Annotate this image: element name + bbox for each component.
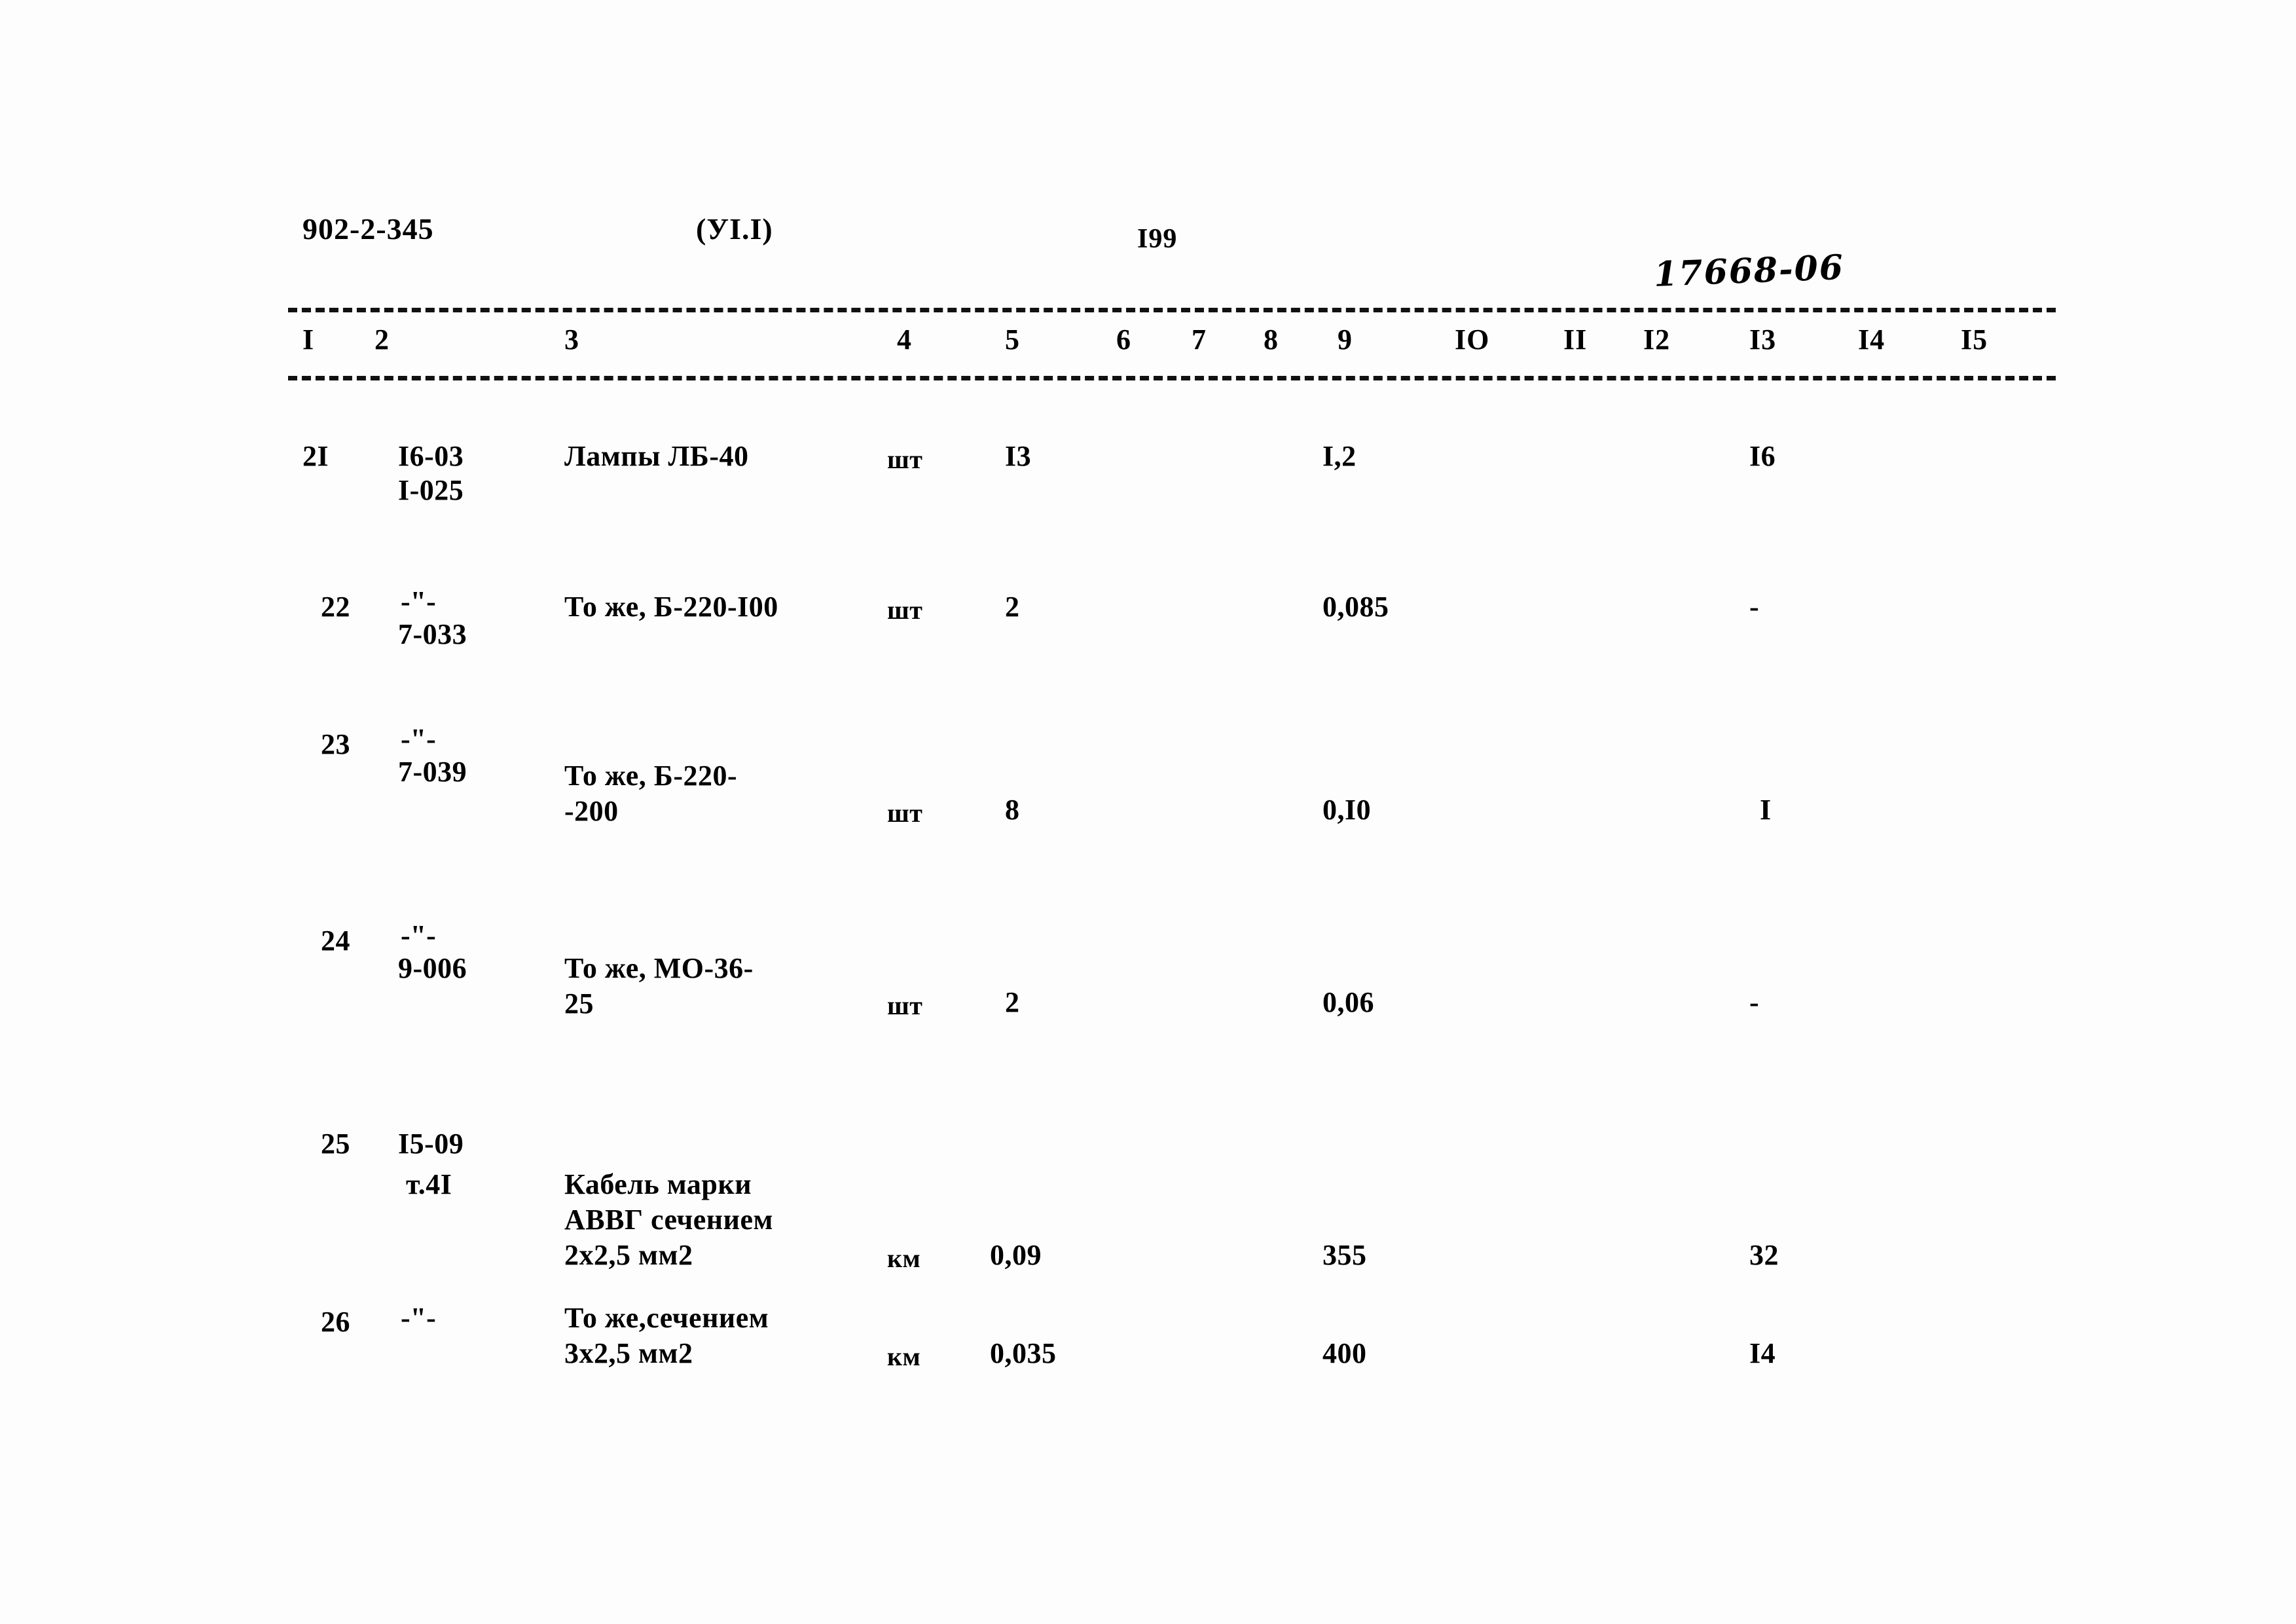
column-header-4: 4 — [897, 323, 912, 356]
table-row-26-unit: км — [887, 1342, 921, 1371]
table-row-23-code-l1: -"- — [401, 723, 436, 755]
table-row-21-code-l1: I6-03 — [398, 440, 464, 472]
table-row-23-name-l2: -200 — [564, 795, 619, 827]
table-row-24-code-l2: 9-006 — [398, 952, 467, 984]
table-row-22-code-l1: -"- — [401, 585, 436, 618]
table-row-25-name-l1: Кабель марки — [564, 1168, 752, 1200]
table-row-21-code-l2: I-025 — [398, 474, 464, 506]
table-row-26-name-l2: 3х2,5 мм2 — [564, 1337, 693, 1369]
column-header-13: I3 — [1749, 323, 1777, 356]
column-header-2: 2 — [374, 323, 390, 356]
table-row-25-name-l2: АВВГ сечением — [564, 1204, 774, 1236]
table-rule-bottom — [288, 376, 2056, 380]
table-row-26-col13: I4 — [1749, 1337, 1776, 1369]
table-row-26-number: 26 — [321, 1306, 350, 1338]
column-header-10: IO — [1455, 323, 1490, 356]
table-row-24-name-l2: 25 — [564, 987, 594, 1020]
column-header-7: 7 — [1192, 323, 1207, 356]
table-rule-top — [288, 308, 2056, 312]
table-row-24-code-l1: -"- — [401, 919, 436, 951]
table-row-22-name-l1: То же, Б-220-I00 — [564, 591, 778, 623]
table-row-21-unit: шт — [887, 445, 923, 474]
column-header-6: 6 — [1116, 323, 1131, 356]
table-row-23-quantity: 8 — [1005, 794, 1020, 826]
column-header-8: 8 — [1264, 323, 1279, 356]
table-row-26-col9: 400 — [1322, 1337, 1367, 1369]
column-header-11: II — [1563, 323, 1588, 356]
table-row-23-number: 23 — [321, 728, 350, 760]
table-row-26-code-l1: -"- — [401, 1302, 436, 1334]
table-row-25-col9: 355 — [1322, 1239, 1367, 1271]
table-row-22-number: 22 — [321, 591, 350, 623]
column-header-9: 9 — [1338, 323, 1353, 356]
table-row-24-name-l1: То же, МО-36- — [564, 952, 754, 984]
scanned-document-page: 902-2-345 (УI.I) I99 17668-06 I 2 3 4 5 … — [0, 0, 2296, 1624]
column-header-3: 3 — [564, 323, 579, 356]
table-row-23-name-l1: То же, Б-220- — [564, 760, 738, 792]
column-header-14: I4 — [1858, 323, 1886, 356]
table-row-21-number: 2I — [302, 440, 329, 472]
table-row-22-col9: 0,085 — [1322, 591, 1389, 623]
table-row-23-code-l2: 7-039 — [398, 756, 467, 788]
table-row-21-col13: I6 — [1749, 440, 1776, 472]
column-header-1: I — [302, 323, 315, 356]
table-row-25-quantity: 0,09 — [990, 1239, 1042, 1271]
table-row-22-quantity: 2 — [1005, 591, 1020, 623]
table-row-24-number: 24 — [321, 925, 350, 957]
table-row-24-quantity: 2 — [1005, 986, 1020, 1018]
table-row-23-col13: I — [1760, 794, 1772, 826]
table-row-21-quantity: I3 — [1005, 440, 1032, 472]
table-row-22-col13: - — [1749, 591, 1760, 623]
table-row-25-code-l2: т.4I — [406, 1168, 452, 1200]
table-row-24-col13: - — [1749, 986, 1760, 1018]
table-row-25-number: 25 — [321, 1128, 350, 1160]
table-row-25-code-l1: I5-09 — [398, 1128, 464, 1160]
table-row-22-code-l2: 7-033 — [398, 618, 467, 650]
column-header-12: I2 — [1643, 323, 1671, 356]
document-code: 902-2-345 — [302, 212, 434, 246]
table-row-24-unit: шт — [887, 991, 923, 1020]
table-row-23-col9: 0,I0 — [1322, 794, 1372, 826]
table-row-23-unit: шт — [887, 798, 923, 828]
table-row-26-quantity: 0,035 — [990, 1337, 1057, 1369]
table-row-25-col13: 32 — [1749, 1239, 1779, 1271]
table-row-26-name-l1: То же,сечением — [564, 1302, 769, 1334]
table-row-24-col9: 0,06 — [1322, 986, 1374, 1018]
column-header-15: I5 — [1961, 323, 1988, 356]
table-row-21-col9: I,2 — [1322, 440, 1357, 472]
table-row-25-unit: км — [887, 1244, 921, 1273]
table-row-22-unit: шт — [887, 595, 923, 625]
page-number: I99 — [1137, 224, 1178, 254]
archive-stamp-handwritten: 17668-06 — [1653, 247, 1846, 295]
table-row-21-name-l1: Лампы ЛБ-40 — [564, 440, 749, 472]
column-header-5: 5 — [1005, 323, 1020, 356]
table-row-25-name-l3: 2х2,5 мм2 — [564, 1239, 693, 1271]
document-part-label: (УI.I) — [696, 212, 773, 246]
